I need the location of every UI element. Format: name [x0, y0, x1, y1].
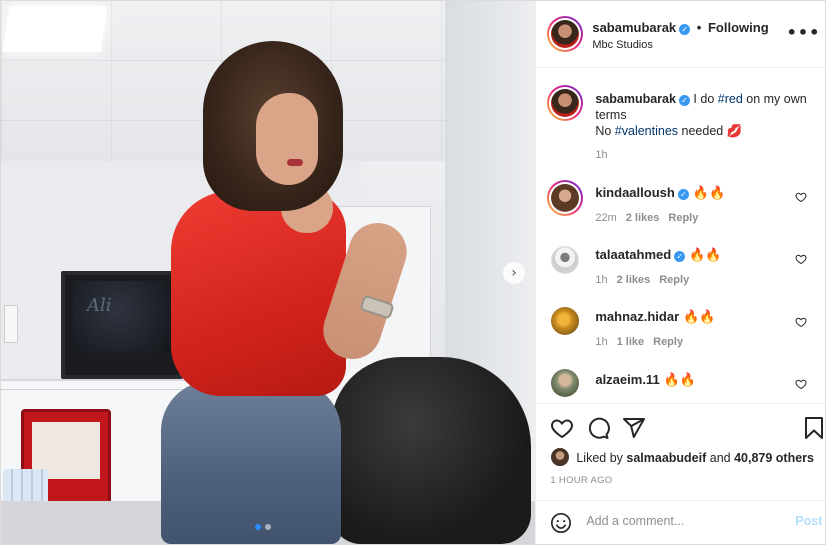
- author-name-row: sabamubarak ✓ • Following: [592, 20, 769, 35]
- photo-person: [161, 41, 415, 544]
- post-actions: Liked by salmaabudeif and 40,879 others …: [536, 403, 826, 544]
- author-username[interactable]: sabamubarak: [592, 20, 676, 35]
- avatar[interactable]: [551, 369, 580, 397]
- avatar[interactable]: [551, 448, 570, 466]
- comment-row: mahnaz.hidar 🔥🔥: [595, 309, 715, 325]
- posted-time[interactable]: 1 HOUR AGO: [550, 475, 612, 486]
- comment-username[interactable]: kindaalloush: [595, 185, 674, 200]
- carousel-dots: [255, 524, 271, 530]
- caption-avatar-ring[interactable]: [547, 85, 584, 121]
- heart-icon[interactable]: [795, 191, 807, 203]
- avatar[interactable]: [551, 307, 580, 335]
- liked-by-middle: and: [706, 451, 735, 465]
- photo-bottles: [3, 469, 48, 503]
- comment-avatar-ring[interactable]: [547, 180, 584, 216]
- verified-icon: ✓: [674, 251, 686, 262]
- emoji-icon[interactable]: [550, 512, 572, 534]
- photo-tv-screen: Ali: [73, 281, 171, 353]
- more-options-icon[interactable]: •••: [787, 23, 821, 42]
- comment-time: 1h: [595, 274, 608, 286]
- comment-username[interactable]: talaatahmed: [595, 247, 671, 262]
- heart-icon[interactable]: [795, 378, 807, 390]
- comment-reply-button[interactable]: Reply: [659, 274, 689, 286]
- chevron-right-icon[interactable]: ›: [503, 262, 525, 284]
- caption-line2-prefix: No: [595, 124, 615, 138]
- comment-text: 🔥🔥: [689, 247, 722, 262]
- photo-person-lips: [287, 159, 303, 166]
- photo-tv-logo: Ali: [87, 295, 112, 316]
- photo-person-jeans: [161, 381, 341, 544]
- comment-reply-button[interactable]: Reply: [653, 336, 683, 348]
- comment-likes[interactable]: 2 likes: [626, 212, 660, 224]
- comment-input[interactable]: Add a comment...: [586, 514, 786, 528]
- comment-meta: 1h 2 likes Reply: [595, 274, 698, 286]
- post-sidebar: sabamubarak ✓ • Following Mbc Studios •••…: [535, 1, 826, 544]
- follow-separator: •: [696, 20, 702, 35]
- post-photo[interactable]: Ali ›: [1, 1, 536, 544]
- comment-time: 22m: [595, 212, 617, 224]
- comment-time: 1h: [595, 336, 608, 348]
- comment-username[interactable]: mahnaz.hidar: [595, 309, 679, 324]
- liked-by-others[interactable]: 40,879 others: [734, 451, 814, 465]
- instagram-post-modal: Ali › sabamubarak ✓ • Following Mbc Stud…: [0, 0, 826, 545]
- verified-icon: ✓: [678, 95, 690, 106]
- share-icon[interactable]: [622, 416, 646, 440]
- caption-text-before: I do: [689, 92, 718, 106]
- caption: sabamubarak ✓ I do #red on my own terms N…: [595, 91, 817, 139]
- photo-ceiling-light: [2, 6, 108, 52]
- comment-row: kindaalloush ✓ 🔥🔥: [595, 185, 725, 201]
- comment-likes[interactable]: 1 like: [617, 336, 645, 348]
- verified-icon: ✓: [679, 24, 691, 35]
- heart-icon[interactable]: [550, 416, 574, 440]
- avatar[interactable]: [551, 246, 580, 274]
- author-avatar-ring[interactable]: [547, 16, 584, 52]
- comment-meta: 22m 2 likes Reply: [595, 212, 707, 224]
- caption-time: 1h: [595, 149, 608, 161]
- heart-icon[interactable]: [795, 253, 807, 265]
- hashtag-link[interactable]: #red: [718, 92, 743, 106]
- following-button[interactable]: Following: [708, 20, 769, 35]
- post-header: sabamubarak ✓ • Following Mbc Studios •••: [536, 1, 826, 68]
- comment-text: 🔥🔥: [663, 372, 697, 387]
- verified-icon: ✓: [677, 189, 689, 200]
- liked-by-text: Liked by salmaabudeif and 40,879 others: [576, 451, 814, 465]
- comment-row: alzaeim.11 🔥🔥: [595, 372, 696, 388]
- heart-icon[interactable]: [795, 316, 807, 328]
- carousel-dot-active: [255, 524, 261, 530]
- carousel-dot: [265, 524, 271, 530]
- comment-username[interactable]: alzaeim.11: [595, 372, 659, 387]
- liked-by-user[interactable]: salmaabudeif: [626, 451, 706, 465]
- comment-text: 🔥🔥: [683, 309, 716, 324]
- comment-likes[interactable]: 2 likes: [617, 274, 651, 286]
- comment-icon[interactable]: [586, 416, 611, 440]
- photo-socket: [4, 305, 18, 343]
- comment-row: talaatahmed ✓ 🔥🔥: [595, 247, 722, 263]
- liked-by-prefix: Liked by: [576, 451, 627, 465]
- hashtag-link[interactable]: #valentines: [615, 124, 678, 138]
- comment-reply-button[interactable]: Reply: [668, 212, 698, 224]
- bookmark-icon[interactable]: [802, 416, 826, 440]
- comment-text: 🔥🔥: [692, 185, 726, 200]
- post-location[interactable]: Mbc Studios: [592, 39, 653, 51]
- caption-username[interactable]: sabamubarak: [595, 92, 676, 106]
- comment-meta: 1h 1 like Reply: [595, 336, 692, 348]
- add-comment-bar: Add a comment... Post: [536, 500, 826, 545]
- caption-text-after: needed 💋: [678, 124, 743, 138]
- photo-person-face: [256, 93, 318, 185]
- post-button[interactable]: Post: [795, 514, 822, 528]
